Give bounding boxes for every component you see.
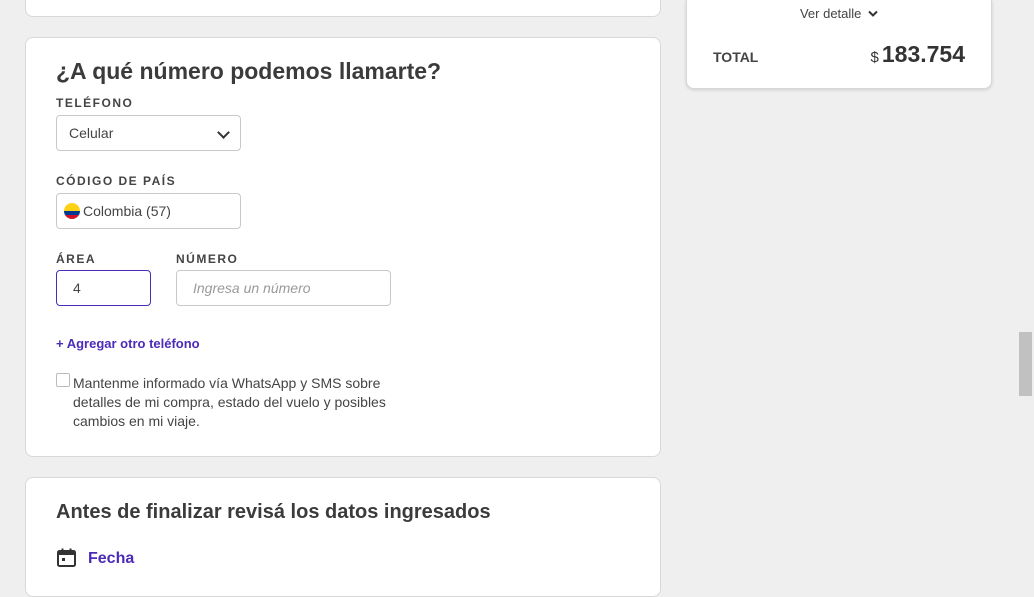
whatsapp-checkbox[interactable] <box>56 373 70 387</box>
phone-type-select[interactable]: Celular <box>56 115 241 151</box>
whatsapp-consent-text: Mantenme informado vía WhatsApp y SMS so… <box>73 375 386 429</box>
phone-section-title: ¿A qué número podemos llamarte? <box>56 58 442 84</box>
phone-section-card: ¿A qué número podemos llamarte? TELÉFONO… <box>25 37 661 457</box>
total-value: 183.754 <box>881 41 965 67</box>
previous-section-card <box>25 0 661 17</box>
chevron-down-icon <box>868 10 878 17</box>
country-code-label: CÓDIGO DE PAÍS <box>56 174 177 188</box>
number-input[interactable] <box>176 270 391 306</box>
colombia-flag-icon <box>64 203 80 219</box>
add-phone-link[interactable]: + Agregar otro teléfono <box>56 336 200 351</box>
total-label: TOTAL <box>713 49 759 65</box>
area-label: ÁREA <box>56 252 97 266</box>
currency-symbol: $ <box>870 49 879 66</box>
review-section-title: Antes de finalizar revisá los datos ingr… <box>56 501 491 523</box>
details-toggle[interactable]: Ver detalle <box>687 6 991 21</box>
number-label: NÚMERO <box>176 252 239 266</box>
details-link: Ver detalle <box>799 6 862 21</box>
country-code-select[interactable]: Colombia (57) <box>56 193 241 229</box>
review-section-card: Antes de finalizar revisá los datos ingr… <box>25 477 661 597</box>
area-input[interactable] <box>56 270 151 306</box>
calendar-icon <box>57 548 76 567</box>
phone-type-label: TELÉFONO <box>56 96 134 110</box>
page-scrollbar-thumb[interactable] <box>1019 332 1032 396</box>
country-code-value: Colombia (57) <box>83 203 171 219</box>
price-summary-card: Ver detalle TOTAL $183.754 <box>686 0 992 89</box>
date-section-label: Fecha <box>88 550 135 567</box>
total-amount: $183.754 <box>871 41 965 68</box>
phone-type-value: Celular <box>69 125 114 141</box>
chevron-down-icon <box>217 126 230 139</box>
